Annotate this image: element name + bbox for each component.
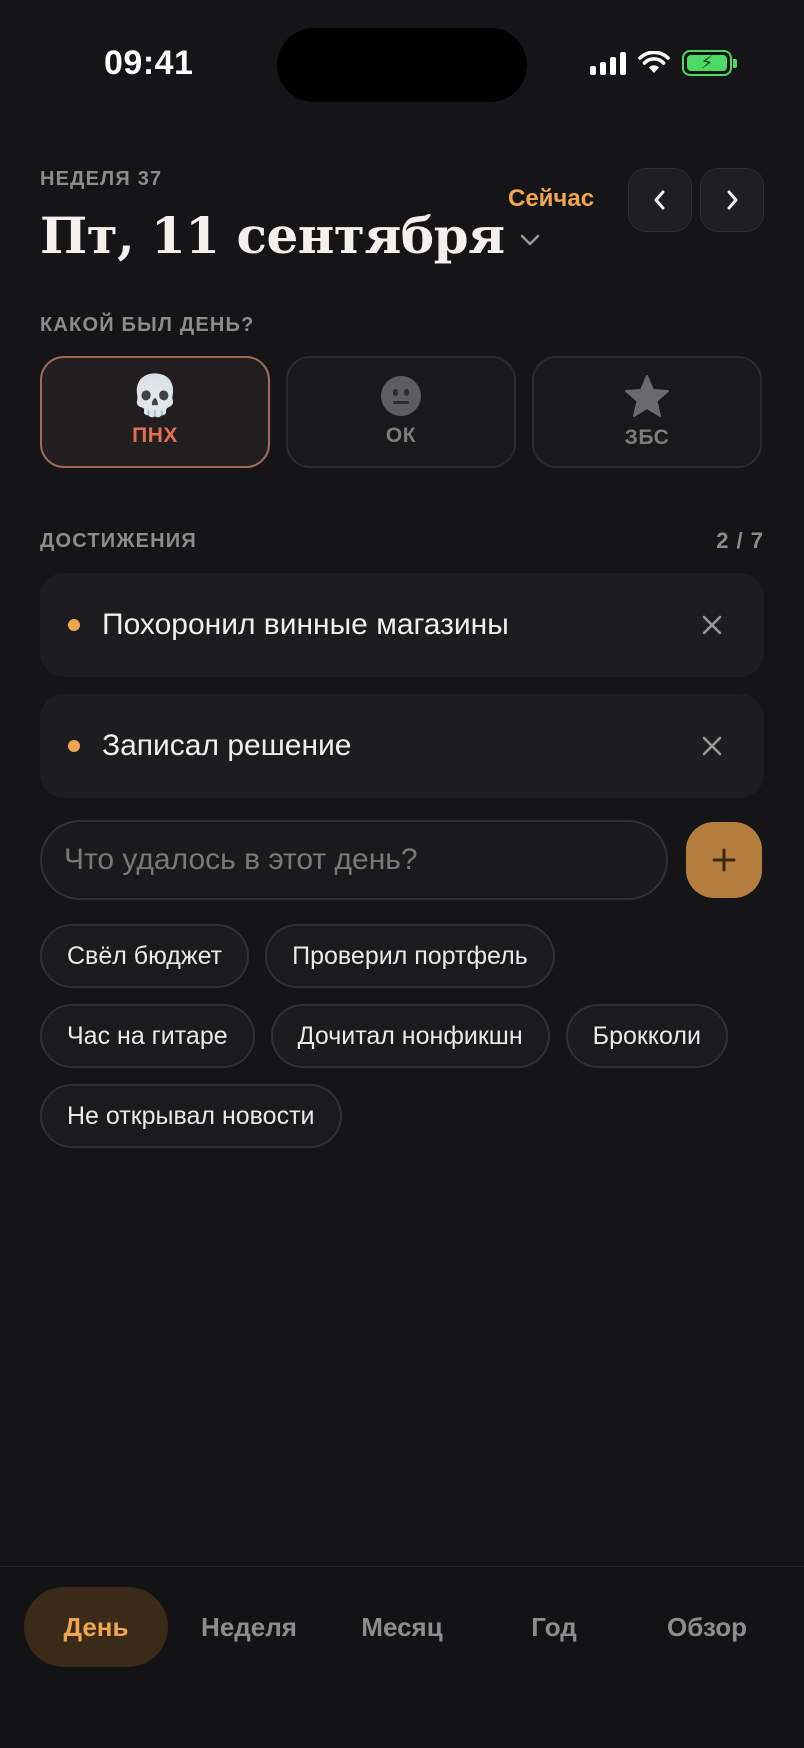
chevron-down-icon [520, 234, 539, 245]
achievements-section-label: ДОСТИЖЕНИЯ [40, 530, 197, 552]
mood-option-great[interactable]: ЗБС [532, 356, 762, 468]
wifi-icon [638, 51, 670, 73]
achievement-text: Похоронил винные магазины [102, 608, 509, 641]
suggestion-chip[interactable]: Не открывал новости [40, 1084, 342, 1148]
achievement-text: Записал решение [102, 729, 352, 762]
remove-achievement-button[interactable] [682, 595, 742, 655]
achievement-item: Похоронил винные магазины [40, 573, 764, 677]
bullet-dot [68, 740, 80, 752]
next-day-button[interactable] [700, 168, 764, 232]
neutral-face-icon [381, 376, 421, 416]
achievements-counter: 2 / 7 [716, 528, 764, 553]
achievement-input[interactable] [40, 820, 668, 900]
suggestion-chip[interactable]: Брокколи [565, 1004, 728, 1068]
tab-year[interactable]: Год [500, 1587, 608, 1667]
skull-icon: 💀 [130, 374, 180, 418]
chevron-left-icon [654, 190, 665, 210]
suggestion-chip[interactable]: Час на гитаре [40, 1004, 255, 1068]
chevron-right-icon [727, 190, 738, 210]
add-achievement-button[interactable] [686, 822, 762, 898]
tab-overview[interactable]: Обзор [640, 1587, 774, 1667]
day-screen: 09:41 ⚡ НЕДЕЛЯ 37 Пт, 11 сентября Сейчас [0, 0, 804, 1748]
week-label: НЕДЕЛЯ 37 [40, 168, 163, 190]
mood-option-bad[interactable]: 💀 ПНХ [40, 356, 270, 468]
mood-option-label: ПНХ [132, 424, 178, 447]
date-title: Пт, 11 сентября [40, 206, 505, 265]
suggestion-chips: Свёл бюджет Проверил портфель Час на гит… [40, 924, 764, 1148]
suggestion-chip[interactable]: Свёл бюджет [40, 924, 250, 988]
achievement-item: Записал решение [40, 694, 764, 798]
remove-achievement-button[interactable] [682, 716, 742, 776]
tab-day[interactable]: День [24, 1587, 168, 1667]
suggestion-chip[interactable]: Проверил портфель [265, 924, 555, 988]
star-icon [625, 375, 669, 417]
mood-section-label: КАКОЙ БЫЛ ДЕНЬ? [40, 314, 255, 336]
tab-month[interactable]: Месяц [338, 1587, 466, 1667]
status-icons: ⚡ [590, 50, 737, 76]
status-time: 09:41 [104, 44, 194, 82]
close-icon [702, 615, 722, 635]
close-icon [702, 736, 722, 756]
bullet-dot [68, 619, 80, 631]
cellular-signal-icon [590, 51, 626, 75]
plus-icon [712, 848, 736, 872]
now-button[interactable]: Сейчас [508, 185, 594, 213]
mood-option-label: ЗБС [624, 426, 670, 449]
mood-selector: 💀 ПНХ ОК ЗБС [40, 356, 762, 468]
dynamic-island [277, 28, 527, 102]
mood-option-label: ОК [385, 424, 417, 447]
date-picker[interactable]: Пт, 11 сентября [40, 206, 541, 265]
bottom-tab-bar: День Неделя Месяц Год Обзор [0, 1566, 804, 1748]
suggestion-chip[interactable]: Дочитал нонфикшн [270, 1004, 550, 1068]
battery-charging-icon: ⚡ [682, 50, 737, 76]
tab-week[interactable]: Неделя [184, 1587, 314, 1667]
previous-day-button[interactable] [628, 168, 692, 232]
mood-option-ok[interactable]: ОК [286, 356, 516, 468]
